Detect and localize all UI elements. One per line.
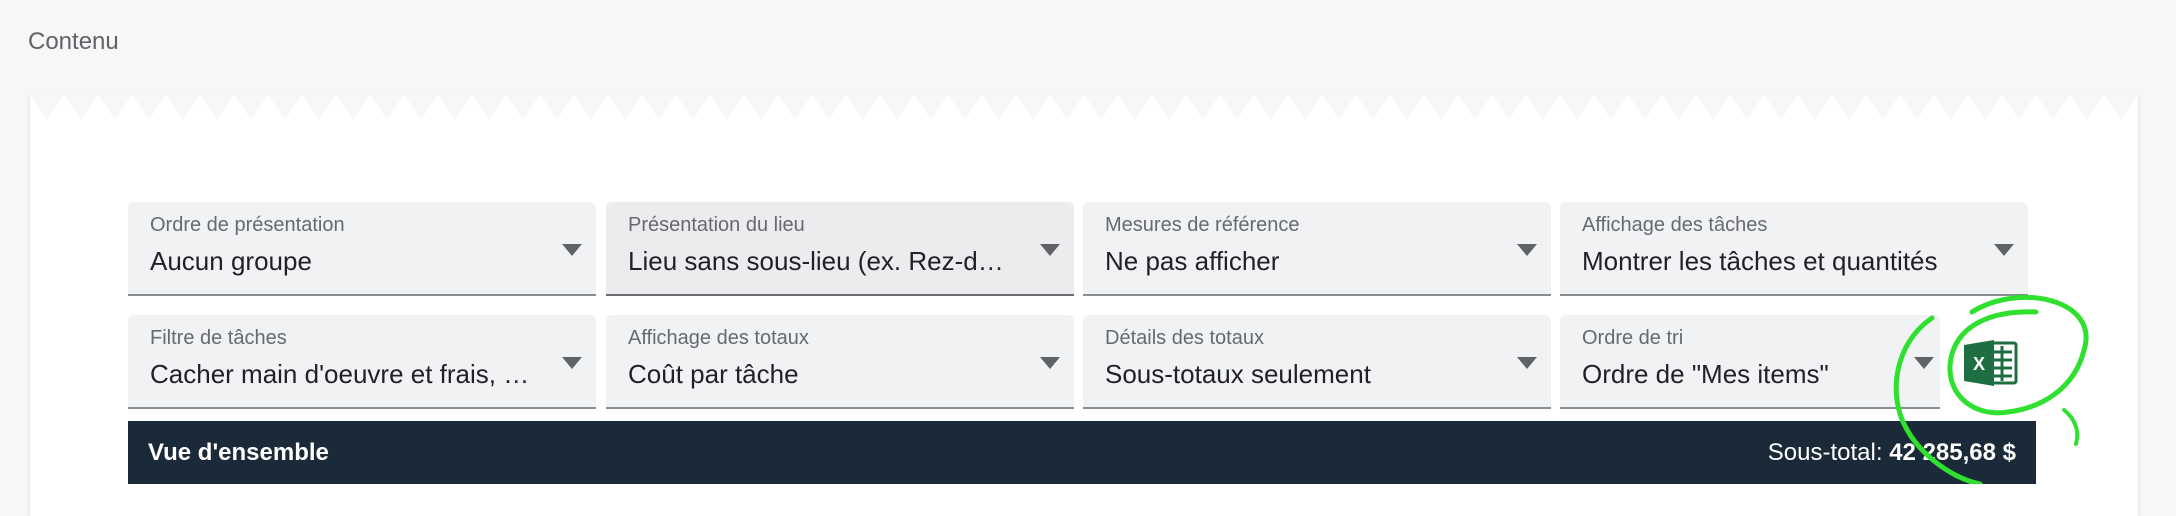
reference-measures-select[interactable]: Mesures de référence Ne pas afficher — [1083, 202, 1551, 296]
caret-down-icon — [1517, 357, 1537, 369]
field-value: Ordre de "Mes items" — [1582, 359, 1829, 389]
presentation-order-select[interactable]: Ordre de présentation Aucun groupe — [128, 202, 596, 296]
caret-down-icon — [562, 357, 582, 369]
field-value: Sous-totaux seulement — [1105, 359, 1371, 389]
caret-down-icon — [1040, 357, 1060, 369]
task-filter-select[interactable]: Filtre de tâches Cacher main d'oeuvre et… — [128, 315, 596, 409]
subtotal-value: 42 285,68 $ — [1889, 439, 2016, 466]
field-value: Coût par tâche — [628, 359, 799, 389]
caret-down-icon — [1040, 244, 1060, 256]
field-label: Présentation du lieu — [628, 214, 805, 236]
field-label: Mesures de référence — [1105, 214, 1300, 236]
location-presentation-select[interactable]: Présentation du lieu Lieu sans sous-lieu… — [606, 202, 1074, 296]
field-value: Montrer les tâches et quantités — [1582, 246, 1938, 276]
field-label: Affichage des totaux — [628, 327, 809, 349]
field-value: Aucun groupe — [150, 246, 312, 276]
section-label: Contenu — [28, 28, 119, 55]
field-label: Détails des totaux — [1105, 327, 1264, 349]
svg-text:X: X — [1973, 354, 1985, 374]
field-value: Ne pas afficher — [1105, 246, 1280, 276]
caret-down-icon — [1994, 244, 2014, 256]
torn-edge — [30, 94, 2138, 120]
subtotal-label: Sous-total: — [1767, 439, 1883, 466]
subtotal: Sous-total: 42 285,68 $ — [1768, 439, 2016, 467]
overview-header: Vue d'ensemble Sous-total: 42 285,68 $ — [128, 421, 2036, 484]
totals-details-select[interactable]: Détails des totaux Sous-totaux seulement — [1083, 315, 1551, 409]
sort-order-select[interactable]: Ordre de tri Ordre de "Mes items" — [1560, 315, 1940, 409]
overview-title: Vue d'ensemble — [148, 439, 329, 466]
excel-export-button[interactable]: X — [1940, 318, 2040, 408]
field-value: Lieu sans sous-lieu (ex. Rez-de-chaussée… — [628, 246, 1012, 276]
field-label: Ordre de tri — [1582, 327, 1684, 349]
field-value: Cacher main d'oeuvre et frais, … — [150, 359, 530, 389]
field-label: Affichage des tâches — [1582, 214, 1768, 236]
field-label: Filtre de tâches — [150, 327, 287, 349]
caret-down-icon — [1517, 244, 1537, 256]
excel-icon: X — [1964, 340, 2018, 386]
totals-display-select[interactable]: Affichage des totaux Coût par tâche — [606, 315, 1074, 409]
task-display-select[interactable]: Affichage des tâches Montrer les tâches … — [1560, 202, 2028, 296]
caret-down-icon — [562, 244, 582, 256]
caret-down-icon — [1914, 357, 1934, 369]
field-label: Ordre de présentation — [150, 214, 345, 236]
